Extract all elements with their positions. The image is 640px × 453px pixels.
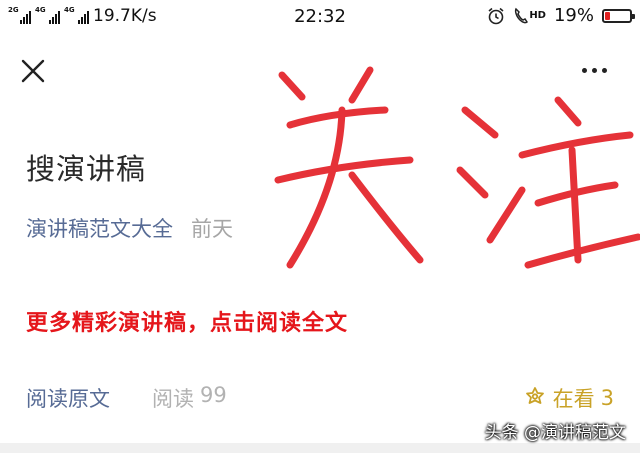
watching-label: 在看: [552, 387, 595, 411]
close-button[interactable]: [18, 56, 48, 86]
read-count-value: 99: [200, 383, 227, 407]
read-original-link[interactable]: 阅读原文: [26, 383, 110, 413]
hd-call: HD: [513, 7, 546, 25]
handwritten-overlay: [274, 66, 640, 269]
status-bar: 2G 4G 4G 19.7K/s 22:32 HD 19%: [0, 0, 640, 34]
hd-label: HD: [529, 10, 546, 21]
read-label: 阅读: [152, 387, 194, 411]
footer-strip: [0, 443, 640, 453]
alarm-icon: [488, 7, 504, 24]
battery-icon: [602, 8, 635, 23]
read-count: 阅读 99: [152, 383, 227, 413]
star-flower-icon: [525, 387, 544, 404]
watching-button[interactable]: 在看 3: [523, 383, 614, 413]
account-name-link[interactable]: 演讲稿范文大全: [26, 213, 173, 243]
close-icon: [21, 59, 45, 83]
promo-text: 更多精彩演讲稿，点击阅读全文: [26, 311, 349, 336]
article-title: 搜演讲稿: [26, 152, 147, 186]
article-meta: 演讲稿范文大全 前天: [26, 213, 233, 243]
phone-icon: [515, 7, 529, 23]
battery-percent: 19%: [553, 5, 594, 26]
publish-date: 前天: [191, 217, 233, 241]
watermark: 头条 @演讲稿范文: [484, 423, 626, 443]
status-right: HD 19%: [487, 5, 635, 26]
watching-count: 3: [600, 386, 614, 410]
